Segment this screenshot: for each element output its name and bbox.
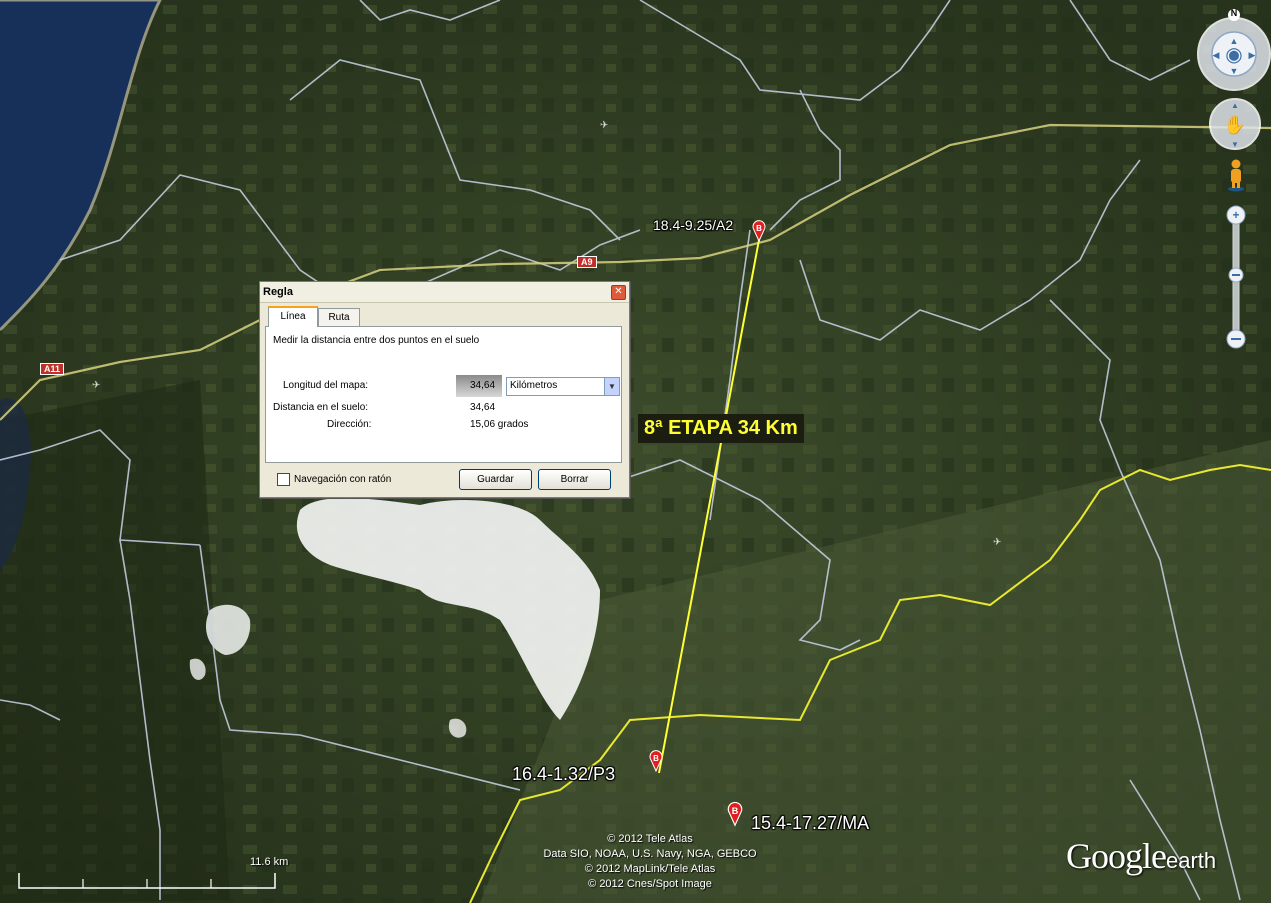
- road-shield: A9: [577, 256, 597, 268]
- road-shield: A11: [40, 363, 65, 375]
- direction-value: 15,06 grados: [470, 419, 529, 430]
- svg-text:✈: ✈: [993, 537, 1001, 548]
- svg-text:▼: ▼: [1230, 66, 1239, 76]
- svg-text:▶: ▶: [1249, 50, 1256, 60]
- svg-text:▼: ▼: [1231, 140, 1239, 149]
- svg-text:▲: ▲: [1230, 36, 1239, 46]
- unit-select[interactable]: Kilómetros ▼: [506, 377, 620, 396]
- svg-text:+: +: [1232, 208, 1239, 222]
- mouse-navigation-label[interactable]: Navegación con ratón: [294, 474, 391, 485]
- scale-bar: [18, 873, 276, 889]
- map-length-label: Longitud del mapa:: [283, 380, 369, 391]
- close-icon[interactable]: ✕: [611, 285, 626, 300]
- street-view-pegman-icon[interactable]: [1225, 158, 1247, 192]
- zoom-slider[interactable]: +: [1226, 205, 1246, 349]
- direction-label: Dirección:: [327, 419, 372, 430]
- save-button[interactable]: Guardar: [459, 469, 532, 490]
- description-text: Medir la distancia entre dos puntos en e…: [273, 335, 480, 346]
- placemark-label[interactable]: 18.4-9.25/A2: [653, 217, 733, 233]
- ruler-dialog: Regla ✕ Línea Ruta Medir la distancia en…: [259, 281, 630, 498]
- placemark-pin-icon[interactable]: B: [751, 220, 767, 242]
- satellite-map[interactable]: ✈ ✈ ✈: [0, 0, 1271, 903]
- compass-north-label[interactable]: N: [1229, 8, 1239, 18]
- svg-text:◀: ◀: [1213, 50, 1220, 60]
- svg-text:✋: ✋: [1224, 114, 1246, 135]
- ground-distance-value: 34,64: [470, 402, 496, 413]
- tab-panel-line: Medir la distancia entre dos puntos en e…: [265, 326, 622, 463]
- dialog-title-bar[interactable]: Regla ✕: [260, 282, 629, 303]
- clear-button[interactable]: Borrar: [538, 469, 611, 490]
- svg-text:B: B: [653, 754, 659, 763]
- dialog-title: Regla: [263, 286, 293, 298]
- svg-text:✈: ✈: [92, 380, 100, 391]
- svg-text:▲: ▲: [1231, 101, 1239, 110]
- svg-text:B: B: [732, 806, 739, 816]
- svg-text:B: B: [756, 224, 762, 233]
- placemark-label[interactable]: 16.4-1.32/P3: [512, 764, 615, 785]
- chevron-down-icon[interactable]: ▼: [604, 378, 619, 395]
- tab-line[interactable]: Línea: [268, 306, 318, 327]
- tab-route[interactable]: Ruta: [318, 308, 360, 326]
- placemark-pin-icon[interactable]: B: [726, 800, 744, 828]
- google-earth-logo: Googleearth: [1066, 836, 1217, 876]
- mouse-navigation-checkbox[interactable]: [277, 473, 290, 486]
- look-navigation-control[interactable]: ◉ ▲ ▼ ◀ ▶: [1196, 8, 1271, 92]
- scale-label: 11.6 km: [250, 856, 289, 868]
- placemark-pin-icon[interactable]: B: [648, 750, 664, 772]
- ground-distance-label: Distancia en el suelo:: [273, 402, 369, 413]
- svg-text:✈: ✈: [600, 120, 608, 131]
- map-length-value: 34,64: [470, 380, 496, 391]
- placemark-label[interactable]: 15.4-17.27/MA: [751, 813, 869, 834]
- move-navigation-control[interactable]: ✋ ▲ ▼: [1208, 97, 1262, 151]
- copyright-notice: © 2012 Tele Atlas Data SIO, NOAA, U.S. N…: [543, 833, 757, 890]
- stage-label[interactable]: 8ª ETAPA 34 Km: [638, 414, 804, 443]
- svg-text:◉: ◉: [1225, 44, 1242, 66]
